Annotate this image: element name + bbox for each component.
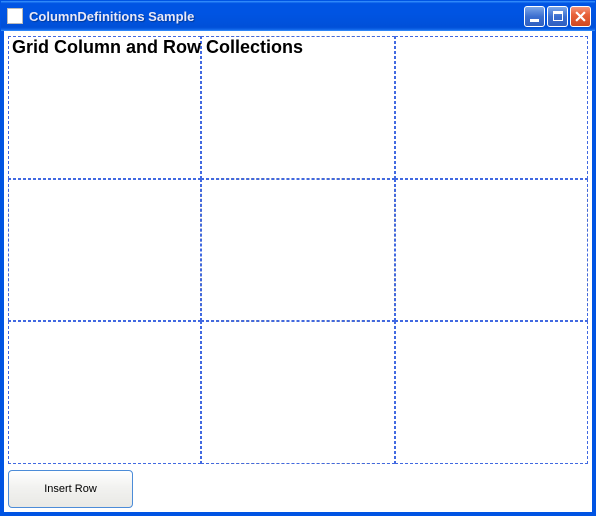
grid-cell bbox=[395, 321, 588, 464]
grid-cell bbox=[201, 321, 394, 464]
app-icon bbox=[7, 8, 23, 24]
button-row: Insert Row bbox=[8, 464, 588, 508]
grid-cell bbox=[8, 179, 201, 322]
minimize-icon bbox=[530, 19, 539, 22]
app-window: ColumnDefinitions Sample Grid Column and… bbox=[0, 0, 596, 516]
page-heading: Grid Column and Row Collections bbox=[10, 35, 305, 58]
insert-row-button[interactable]: Insert Row bbox=[8, 470, 133, 508]
window-title: ColumnDefinitions Sample bbox=[29, 9, 524, 24]
maximize-icon bbox=[553, 11, 563, 21]
titlebar[interactable]: ColumnDefinitions Sample bbox=[1, 1, 595, 31]
grid-cell bbox=[201, 179, 394, 322]
grid-cell bbox=[8, 321, 201, 464]
grid-cell bbox=[395, 36, 588, 179]
close-button[interactable] bbox=[570, 6, 591, 27]
grid-cell bbox=[395, 179, 588, 322]
client-area: Grid Column and Row Collections Insert R… bbox=[1, 31, 595, 515]
grid-panel bbox=[8, 36, 588, 464]
close-icon bbox=[575, 11, 586, 22]
window-controls bbox=[524, 6, 591, 27]
minimize-button[interactable] bbox=[524, 6, 545, 27]
maximize-button[interactable] bbox=[547, 6, 568, 27]
